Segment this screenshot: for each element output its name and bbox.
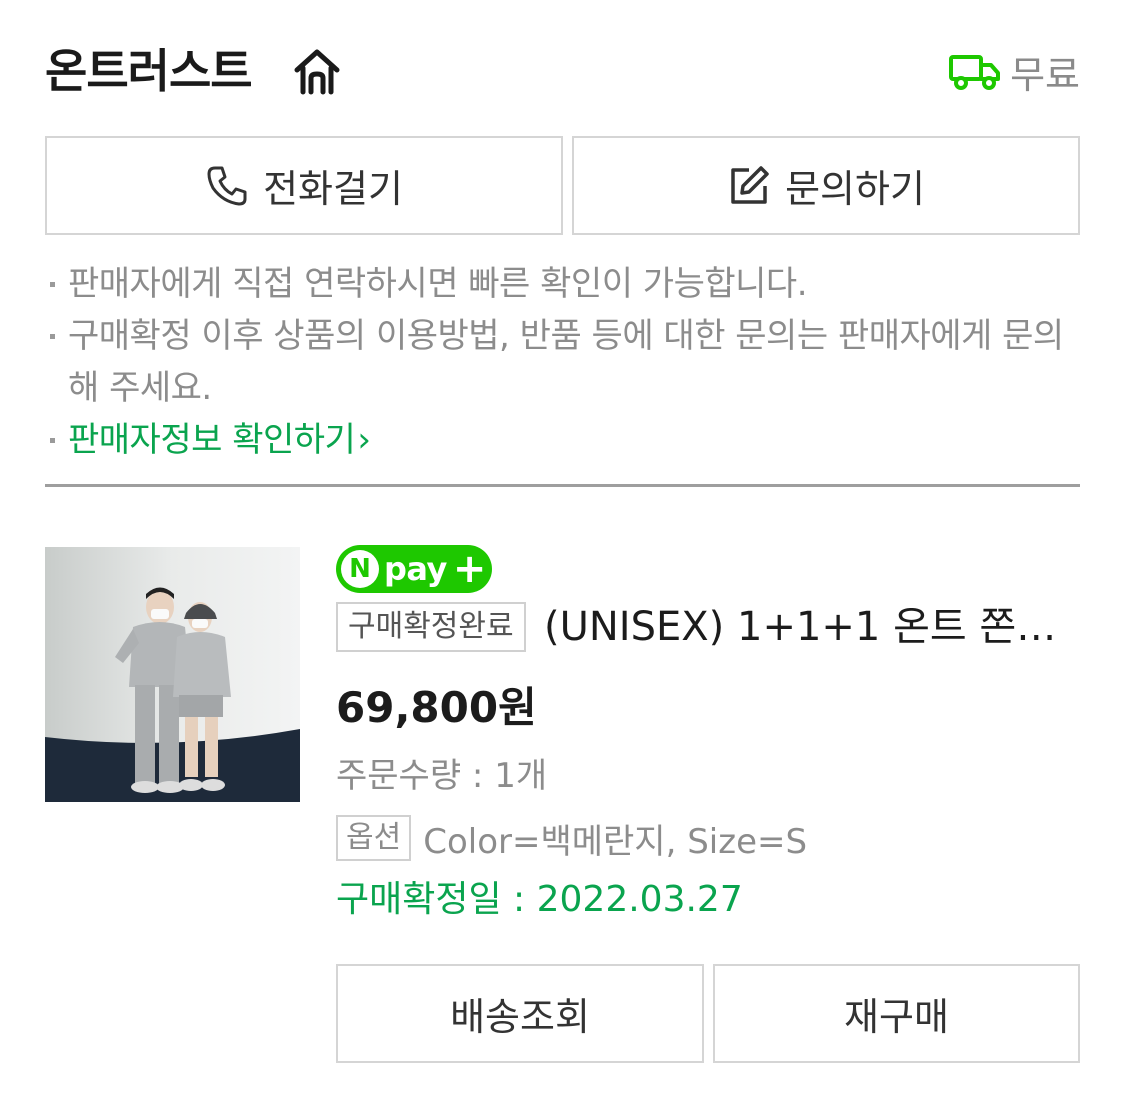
edit-icon [731,165,769,204]
npay-n-icon: N [341,550,379,588]
status-badge: 구매확정완료 [336,602,526,652]
order-quantity: 주문수량 : 1개 [336,756,548,796]
track-delivery-button[interactable]: 배송조회 [336,964,704,1063]
home-icon[interactable] [291,46,343,98]
inquiry-button[interactable]: 문의하기 [572,136,1080,235]
product-price: 69,800원 [336,683,537,732]
npay-plus-badge: N pay + [336,545,492,593]
notice-item: 구매확정 이후 상품의 이용방법, 반품 등에 대한 문의는 판매자에게 문의해… [50,310,1085,414]
rebuy-button[interactable]: 재구매 [713,964,1080,1063]
seller-info-link[interactable]: 판매자정보 확인하기› [50,414,1085,466]
product-title[interactable]: (UNISEX) 1+1+1 온트 쫀쫀 맨투맨 세트 [544,598,1080,656]
shipping-info: 무료 [948,40,1080,102]
purchase-confirm-date: 구매확정일 : 2022.03.27 [336,879,743,920]
product-option: 옵션 Color=백메란지, Size=S [336,812,807,864]
call-button[interactable]: 전화걸기 [45,136,563,235]
inquiry-button-label: 문의하기 [785,167,925,211]
option-text: Color=백메란지, Size=S [423,821,808,862]
store-header: 온트러스트 무료 [45,40,1080,102]
shipping-fee-label: 무료 [1010,52,1080,97]
npay-pay-label: pay [384,550,447,588]
notice-list: 판매자에게 직접 연락하시면 빠른 확인이 가능합니다. 구매확정 이후 상품의… [50,258,1085,466]
notice-item: 판매자에게 직접 연락하시면 빠른 확인이 가능합니다. [50,258,1085,310]
seller-info-link-label: 판매자정보 확인하기 [68,420,356,460]
section-divider [45,484,1080,487]
chevron-right-icon: › [357,420,371,460]
option-badge: 옵션 [336,815,412,861]
store-name[interactable]: 온트러스트 [45,40,253,102]
phone-icon [207,166,247,205]
truck-icon [949,55,1001,90]
call-button-label: 전화걸기 [263,167,403,211]
product-thumbnail[interactable] [45,547,300,802]
npay-plus-icon: + [452,546,487,592]
